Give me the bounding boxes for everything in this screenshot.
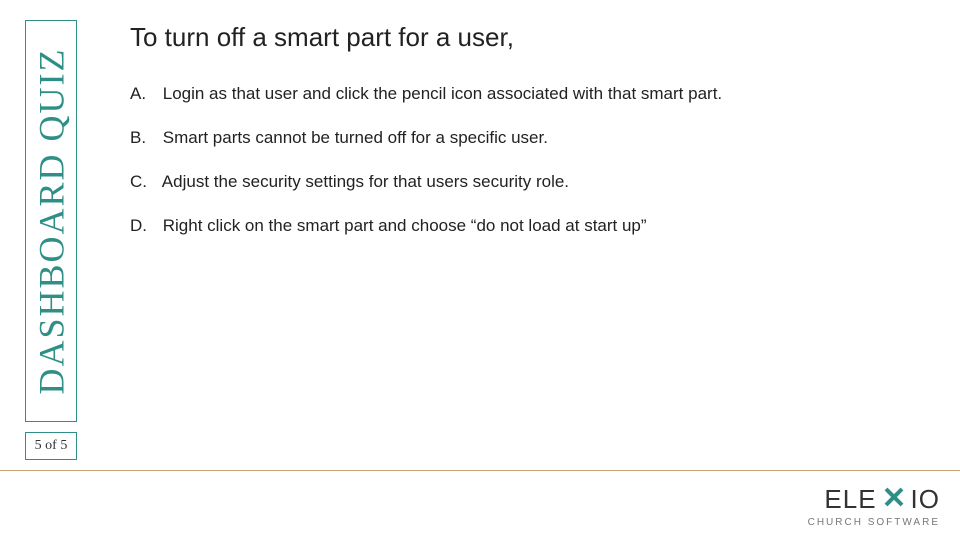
- option-label: B.: [130, 127, 158, 149]
- question-text: To turn off a smart part for a user,: [130, 22, 930, 53]
- option-text: Right click on the smart part and choose…: [163, 216, 647, 235]
- slide-counter: 5 of 5: [25, 432, 77, 460]
- sidebar-title: DASHBOARD QUIZ: [30, 47, 72, 394]
- sidebar-title-box: DASHBOARD QUIZ: [25, 20, 77, 422]
- option-c: C. Adjust the security settings for that…: [130, 171, 930, 193]
- option-label: D.: [130, 215, 158, 237]
- option-b: B. Smart parts cannot be turned off for …: [130, 127, 930, 149]
- option-d: D. Right click on the smart part and cho…: [130, 215, 930, 237]
- option-text: Adjust the security settings for that us…: [162, 172, 569, 191]
- option-label: A.: [130, 83, 158, 105]
- option-label: C.: [130, 171, 158, 193]
- brand-logo-text-before: ELE: [824, 484, 876, 515]
- slide-counter-text: 5 of 5: [35, 438, 68, 454]
- option-a: A. Login as that user and click the penc…: [130, 83, 930, 105]
- brand-logo-name: ELE IO: [808, 484, 940, 515]
- footer-divider: [0, 470, 960, 471]
- main-content: To turn off a smart part for a user, A. …: [130, 22, 930, 259]
- brand-logo-tagline: CHURCH SOFTWARE: [808, 517, 940, 528]
- x-mark-icon: [883, 484, 905, 515]
- brand-logo: ELE IO CHURCH SOFTWARE: [808, 484, 940, 528]
- option-text: Smart parts cannot be turned off for a s…: [163, 128, 548, 147]
- brand-logo-text-after: IO: [911, 484, 940, 515]
- option-text: Login as that user and click the pencil …: [163, 84, 722, 103]
